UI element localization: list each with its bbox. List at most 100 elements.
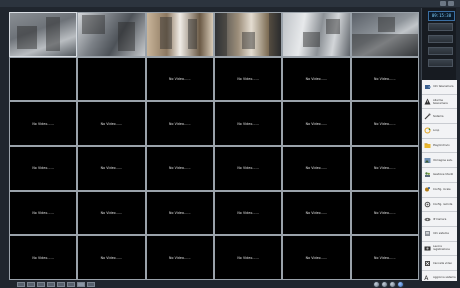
menu-item-10[interactable]: IP Camera [422, 212, 457, 227]
camera-tile-25[interactable]: No Video...... [10, 191, 77, 235]
camera-tile-24[interactable]: No Video...... [351, 147, 418, 190]
menu-item-9[interactable]: Config. remota [422, 197, 457, 213]
no-video-text: No Video...... [100, 210, 123, 215]
camera-tile-15[interactable]: No Video...... [146, 102, 213, 145]
layout-button-7[interactable] [77, 282, 85, 287]
folder-icon [424, 142, 431, 149]
camera-tile-26[interactable]: No Video...... [78, 191, 145, 235]
ptz-right-button[interactable] [389, 281, 396, 288]
menu-item-1[interactable]: Info telecamera [422, 80, 457, 95]
no-video-text: No Video...... [305, 210, 328, 215]
camera-tile-23[interactable]: No Video...... [283, 147, 350, 190]
layout-switcher [17, 282, 95, 287]
layout-button-4[interactable] [47, 282, 55, 287]
record-icon [424, 245, 431, 252]
camera-tile-2[interactable] [78, 13, 145, 56]
camera-feed [78, 13, 145, 56]
no-video-text: No Video...... [373, 166, 396, 171]
camera-feed [351, 13, 418, 56]
camera-tile-17[interactable]: No Video...... [283, 102, 350, 145]
no-video-text: No Video...... [373, 210, 396, 215]
remote-config-icon [424, 201, 431, 208]
camera-tile-14[interactable]: No Video...... [78, 102, 145, 145]
function-menu: Info telecamera Allarme telecamera Sistema… [422, 80, 457, 286]
ptz-blue-button[interactable] [397, 281, 404, 288]
camera-feed [215, 13, 282, 56]
no-video-text: No Video...... [168, 210, 191, 215]
camera-tile-27[interactable]: No Video...... [146, 191, 213, 235]
no-video-text: No Video...... [373, 121, 396, 126]
menu-item-label: Lavora registrazione [433, 245, 450, 252]
camera-tile-12[interactable]: No Video...... [351, 57, 418, 101]
camera-tile-36[interactable]: No Video...... [351, 236, 418, 279]
layout-button-1[interactable] [17, 282, 25, 287]
side-button-1[interactable] [428, 23, 453, 31]
menu-item-4[interactable]: Loop [422, 124, 457, 139]
ptz-home-button[interactable] [381, 281, 388, 288]
menu-item-label: Sistema [433, 114, 444, 118]
no-video-text: No Video...... [305, 76, 328, 81]
camera-tile-34[interactable]: No Video...... [215, 236, 282, 279]
camera-feed [283, 13, 350, 56]
window-controls [440, 1, 454, 6]
close-button[interactable] [448, 1, 454, 6]
title-bar [0, 0, 460, 7]
camera-grid: No Video...... No Video...... No Video....… [8, 12, 419, 280]
camera-tile-5[interactable] [283, 13, 350, 56]
camera-tile-6[interactable] [351, 13, 418, 56]
menu-item-label: Immagine salv. [433, 158, 453, 162]
menu-item-11[interactable]: Info sistema [422, 226, 457, 242]
camera-tile-18[interactable]: No Video...... [351, 102, 418, 145]
camera-tile-7[interactable] [10, 57, 77, 101]
menu-item-3[interactable]: Sistema [422, 109, 457, 125]
menu-item-12[interactable]: Lavora registrazione [422, 241, 457, 257]
camera-tile-3[interactable] [146, 13, 213, 56]
layout-button-6[interactable] [67, 282, 75, 287]
menu-item-8[interactable]: Config. locale [422, 182, 457, 198]
camera-tile-21[interactable]: No Video...... [146, 147, 213, 190]
camera-tile-9[interactable]: No Video...... [146, 57, 213, 101]
no-video-text: No Video...... [168, 166, 191, 171]
alarm-icon [424, 98, 431, 105]
no-video-text: No Video...... [373, 255, 396, 260]
camera-tile-33[interactable]: No Video...... [146, 236, 213, 279]
camera-tile-31[interactable]: No Video...... [10, 236, 77, 279]
camera-tile-29[interactable]: No Video...... [283, 191, 350, 235]
camera-tile-32[interactable]: No Video...... [78, 236, 145, 279]
camera-tile-20[interactable]: No Video...... [78, 147, 145, 190]
side-button-4[interactable] [428, 59, 453, 67]
no-video-text: No Video...... [305, 121, 328, 126]
bottom-toolbar [0, 281, 460, 288]
camera-tile-4[interactable] [215, 13, 282, 56]
camera-tile-1[interactable] [8, 12, 78, 57]
camera-tile-10[interactable]: No Video...... [215, 57, 282, 101]
camera-tile-28[interactable]: No Video...... [215, 191, 282, 235]
no-video-text: No Video...... [305, 255, 328, 260]
menu-item-label: Config. locale [433, 188, 451, 192]
layout-button-8[interactable] [87, 282, 95, 287]
camera-tile-35[interactable]: No Video...... [283, 236, 350, 279]
menu-item-13[interactable]: Cancella video [422, 256, 457, 271]
camera-tile-22[interactable]: No Video...... [215, 147, 282, 190]
side-button-2[interactable] [428, 35, 453, 43]
minimize-button[interactable] [440, 1, 446, 6]
layout-button-3[interactable] [37, 282, 45, 287]
camera-tile-30[interactable]: No Video...... [351, 191, 418, 235]
camera-tile-8[interactable] [78, 57, 145, 101]
menu-item-7[interactable]: Gestione Utenti [422, 168, 457, 183]
side-button-3[interactable] [428, 47, 453, 55]
ptz-left-button[interactable] [373, 281, 380, 288]
no-video-text: No Video...... [237, 121, 260, 126]
menu-item-5[interactable]: Play/Archivio [422, 138, 457, 154]
nvr-client-window: No Video...... No Video...... No Video....… [0, 0, 460, 288]
layout-button-2[interactable] [27, 282, 35, 287]
menu-item-2[interactable]: Allarme telecamera [422, 94, 457, 110]
camera-tile-13[interactable]: No Video...... [10, 102, 77, 145]
camera-feed [10, 13, 77, 56]
camera-tile-16[interactable]: No Video...... [215, 102, 282, 145]
camera-tile-11[interactable]: No Video...... [283, 57, 350, 101]
camera-tile-19[interactable]: No Video...... [10, 147, 77, 190]
menu-item-6[interactable]: Immagine salv. [422, 153, 457, 169]
menu-item-label: IP Camera [433, 217, 447, 221]
layout-button-5[interactable] [57, 282, 65, 287]
